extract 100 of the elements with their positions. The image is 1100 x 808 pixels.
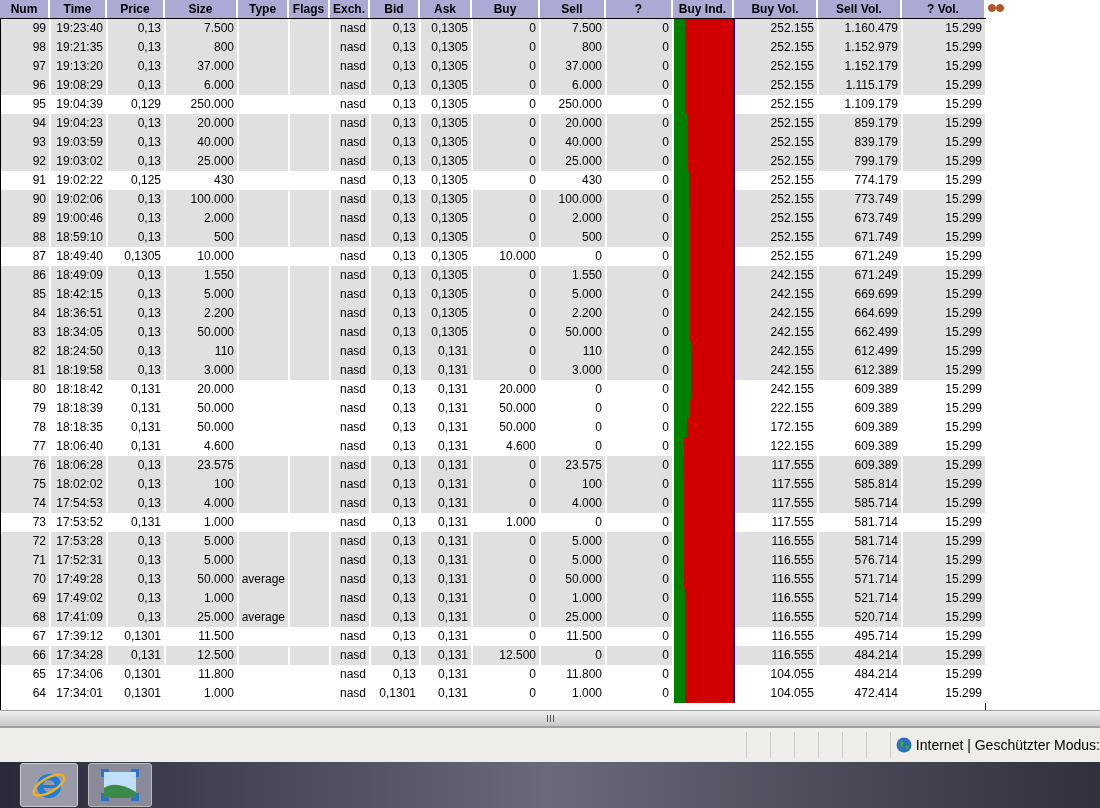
table-cell: 98 (32, 40, 46, 54)
table-cell: 500 (213, 230, 234, 244)
table-cell: 50.000 (565, 572, 602, 586)
table-cell: 77 (32, 439, 46, 453)
table-cell: 0 (529, 496, 536, 510)
table-cell: 93 (32, 135, 46, 149)
table-cell: 0,13 (392, 648, 416, 662)
table-cell: 0 (529, 306, 536, 320)
table-cell: nasd (339, 382, 366, 396)
table-cell: 92 (32, 154, 46, 168)
table-cell: 242.155 (770, 325, 814, 339)
table-cell: 0,1305 (124, 249, 161, 263)
table-cell: 673.749 (854, 211, 898, 225)
table-cell: 0 (662, 648, 669, 662)
splitter-bar[interactable] (0, 710, 1100, 726)
table-cell: average (241, 572, 285, 586)
table-cell: 609.389 (854, 401, 898, 415)
table-cell: nasd (339, 173, 366, 187)
table-cell: 0 (662, 667, 669, 681)
table-cell: 15.299 (945, 116, 982, 130)
table-cell: 252.155 (770, 97, 814, 111)
table-cell: 0,13 (392, 325, 416, 339)
table-cell: 252.155 (770, 116, 814, 130)
table-cell: 19:03:02 (56, 154, 103, 168)
table-cell: 671.249 (854, 268, 898, 282)
table-cell: 0,1305 (431, 78, 468, 92)
table-cell: nasd (339, 686, 366, 700)
table-cell: 0 (529, 230, 536, 244)
table-cell: 12.500 (197, 648, 234, 662)
table-cell: 671.749 (854, 230, 898, 244)
table-cell: 0 (595, 382, 602, 396)
table-cell: 17:39:12 (56, 629, 103, 643)
table-cell: 99 (32, 21, 46, 35)
table-cell: 484.214 (854, 667, 898, 681)
table-cell: 0 (529, 211, 536, 225)
table-cell: 73 (32, 515, 46, 529)
table-cell: 1.152.179 (844, 59, 898, 73)
table-cell: 0 (662, 135, 669, 149)
table-cell: 100.000 (190, 192, 234, 206)
table-cell: 4.600 (505, 439, 536, 453)
table-cell: 4.000 (203, 496, 234, 510)
table-cell: 0,13 (137, 306, 161, 320)
table-cell: 75 (32, 477, 46, 491)
table-cell: 609.389 (854, 420, 898, 434)
table-cell: 80 (32, 382, 46, 396)
table-cell: 0 (529, 629, 536, 643)
table-cell: 799.179 (854, 154, 898, 168)
dots-icon[interactable] (988, 4, 1005, 12)
table-cell: 15.299 (945, 629, 982, 643)
table-cell: 1.550 (571, 268, 602, 282)
table-cell: 104.055 (770, 686, 814, 700)
table-cell: 495.714 (854, 629, 898, 643)
globe-icon (895, 737, 912, 753)
table-cell: 222.155 (770, 401, 814, 415)
table-cell: 0 (662, 363, 669, 377)
table-cell: nasd (339, 116, 366, 130)
table-cell: 252.155 (770, 249, 814, 263)
table-cell: 37.000 (565, 59, 602, 73)
table-cell: 0,1301 (379, 686, 416, 700)
table-cell: 87 (32, 249, 46, 263)
table-cell: 242.155 (770, 363, 814, 377)
table-cell: 2.200 (571, 306, 602, 320)
table-cell: 15.299 (945, 306, 982, 320)
table-cell: 0,13 (137, 591, 161, 605)
table-cell: 116.555 (771, 591, 814, 605)
table-cell: 19:08:29 (56, 78, 103, 92)
table-cell: average (241, 610, 285, 624)
table-cell: 83 (32, 325, 46, 339)
table-cell: 0,13 (392, 477, 416, 491)
table-cell: 17:34:28 (56, 648, 103, 662)
table-cell: 15.299 (945, 21, 982, 35)
table-cell: 0 (529, 287, 536, 301)
table-cell: 0 (662, 40, 669, 54)
table-cell: 0,1305 (431, 135, 468, 149)
table-cell: 0,13 (392, 97, 416, 111)
table-cell: nasd (339, 287, 366, 301)
table-cell: 25.000 (197, 610, 234, 624)
table-cell: 2.000 (571, 211, 602, 225)
table-cell: 0,13 (137, 287, 161, 301)
table-cell: 0,131 (437, 667, 468, 681)
table-cell: 100 (213, 477, 234, 491)
table-cell: 612.389 (854, 363, 898, 377)
taskbar-button[interactable] (20, 763, 78, 807)
table-cell: 0,13 (392, 173, 416, 187)
table-cell: 18:42:15 (56, 287, 103, 301)
table-cell: 117.555 (771, 515, 814, 529)
table-cell: 0,131 (130, 382, 161, 396)
table-cell: 84 (32, 306, 46, 320)
table-cell: 1.000 (505, 515, 536, 529)
table-cell: 0 (662, 211, 669, 225)
table-cell: 0,13 (137, 78, 161, 92)
table-cell: 0,13 (392, 230, 416, 244)
table-cell: 100 (581, 477, 602, 491)
table-cell: 0,13 (392, 344, 416, 358)
table-cell: 0,131 (130, 648, 161, 662)
table-cell: 97 (32, 59, 46, 73)
table-cell: 609.389 (854, 439, 898, 453)
table-cell: 15.299 (945, 287, 982, 301)
taskbar-button[interactable] (88, 763, 152, 807)
table-cell: 7.500 (203, 21, 234, 35)
